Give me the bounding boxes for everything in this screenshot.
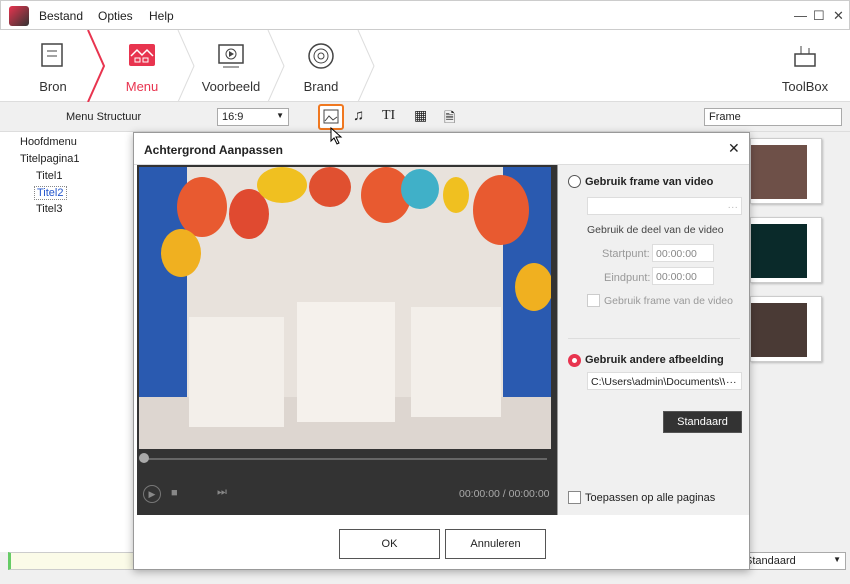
close-button[interactable]: ✕ [833,8,844,24]
bottom-select-value: Standaard [745,555,796,567]
use-frame-check-label: Gebruik frame van de video [604,295,733,307]
dialog-title: Achtergrond Aanpassen [144,143,283,157]
image-icon [323,109,339,124]
play-screen-icon [218,44,244,68]
tree-titel3[interactable]: Titel3 [36,203,63,215]
frame-thumb-2[interactable] [750,217,822,283]
step-voorbeeld[interactable]: Voorbeeld [186,30,276,102]
aspect-value: 16:9 [222,111,244,123]
divider [568,338,740,339]
stop-icon[interactable]: ■ [171,487,178,499]
tree-titelpagina[interactable]: Titelpagina1 [20,153,80,165]
minimize-button[interactable]: — [794,8,807,23]
menu-tree: Hoofdmenu Titelpagina1 Titel1 Titel2 Tit… [0,132,134,552]
skip-forward-icon[interactable]: ⏭ [217,486,227,499]
ok-button[interactable]: OK [339,529,440,559]
seek-handle[interactable] [139,453,149,463]
step-menu[interactable]: Menu [97,30,187,102]
toolbox-button[interactable]: ToolBox [760,30,850,102]
image-path-field[interactable]: C:\Users\admin\Documents\Wondershare [587,372,727,390]
disc-icon [308,43,334,69]
apply-all-checkbox[interactable] [568,491,581,504]
music-icon[interactable]: ♫ [353,107,364,124]
tree-hoofdmenu[interactable]: Hoofdmenu [20,136,77,148]
browse-button[interactable]: ··· [725,372,742,390]
menu-image-icon [129,44,155,66]
progress-bar [8,552,138,570]
options-panel: Gebruik frame van video ··· Gebruik de d… [557,165,749,515]
menu-help[interactable]: Help [149,9,174,23]
toolbar: Menu Structuur 16:9 ▼ ♫ TI ▦ 🗎 Frame [0,102,850,132]
apply-all-label: Toepassen op alle paginas [585,492,716,504]
document-icon [41,43,63,67]
chapter-icon[interactable]: 🗎 [444,107,455,131]
tree-titel2[interactable]: Titel2 [34,186,67,200]
thumbnail-grid-icon[interactable]: ▦ [414,107,427,124]
start-label: Startpunt: [602,248,650,260]
play-icon[interactable]: ▶ [143,485,161,503]
end-field[interactable]: 00:00:00 [652,267,714,285]
start-field[interactable]: 00:00:00 [652,244,714,262]
use-other-image-radio[interactable] [568,354,581,367]
app-logo [9,6,29,26]
frame-field[interactable]: Frame [704,108,842,126]
background-dialog: Achtergrond Aanpassen ✕ ▶ ■ ⏭ 00:00:00 /… [133,132,750,570]
use-video-frame-radio[interactable] [568,175,581,188]
use-video-frame-label: Gebruik frame van video [585,176,714,188]
dialog-close-icon[interactable]: ✕ [728,140,740,157]
bottom-select[interactable]: Standaard ▼ [740,552,846,570]
video-frame-field[interactable]: ··· [587,197,742,215]
preview-image [139,167,551,449]
toolbox-icon [794,46,816,67]
step-bar: Bron Menu Voorbeeld Brand ToolBox [0,30,850,102]
use-frame-checkbox[interactable] [587,294,600,307]
maximize-button[interactable]: ☐ [813,8,825,24]
seek-bar[interactable] [143,458,547,460]
menu-structure-label: Menu Structuur [66,111,142,123]
mouse-cursor-icon [330,127,343,145]
menu-opties[interactable]: Opties [98,9,133,23]
step-brand[interactable]: Brand [276,30,366,102]
text-icon[interactable]: TI [382,108,395,124]
menu-bar: Bestand Opties Help — ☐ ✕ [0,0,850,30]
standard-button[interactable]: Standaard [663,411,742,433]
cancel-button[interactable]: Annuleren [445,529,546,559]
step-bron[interactable]: Bron [8,30,98,102]
frame-thumb-1[interactable] [750,138,822,204]
menu-bestand[interactable]: Bestand [39,9,83,23]
end-label: Eindpunt: [604,272,651,284]
aspect-select[interactable]: 16:9 ▼ [217,108,289,126]
time-readout: 00:00:00 / 00:00:00 [459,488,550,500]
use-part-label: Gebruik de deel van de video [587,224,724,236]
frame-thumb-3[interactable] [750,296,822,362]
tree-titel1[interactable]: Titel1 [36,170,63,182]
use-other-image-label: Gebruik andere afbeelding [585,354,724,366]
video-preview: ▶ ■ ⏭ 00:00:00 / 00:00:00 [137,165,557,515]
dialog-titlebar: Achtergrond Aanpassen ✕ [134,133,749,165]
